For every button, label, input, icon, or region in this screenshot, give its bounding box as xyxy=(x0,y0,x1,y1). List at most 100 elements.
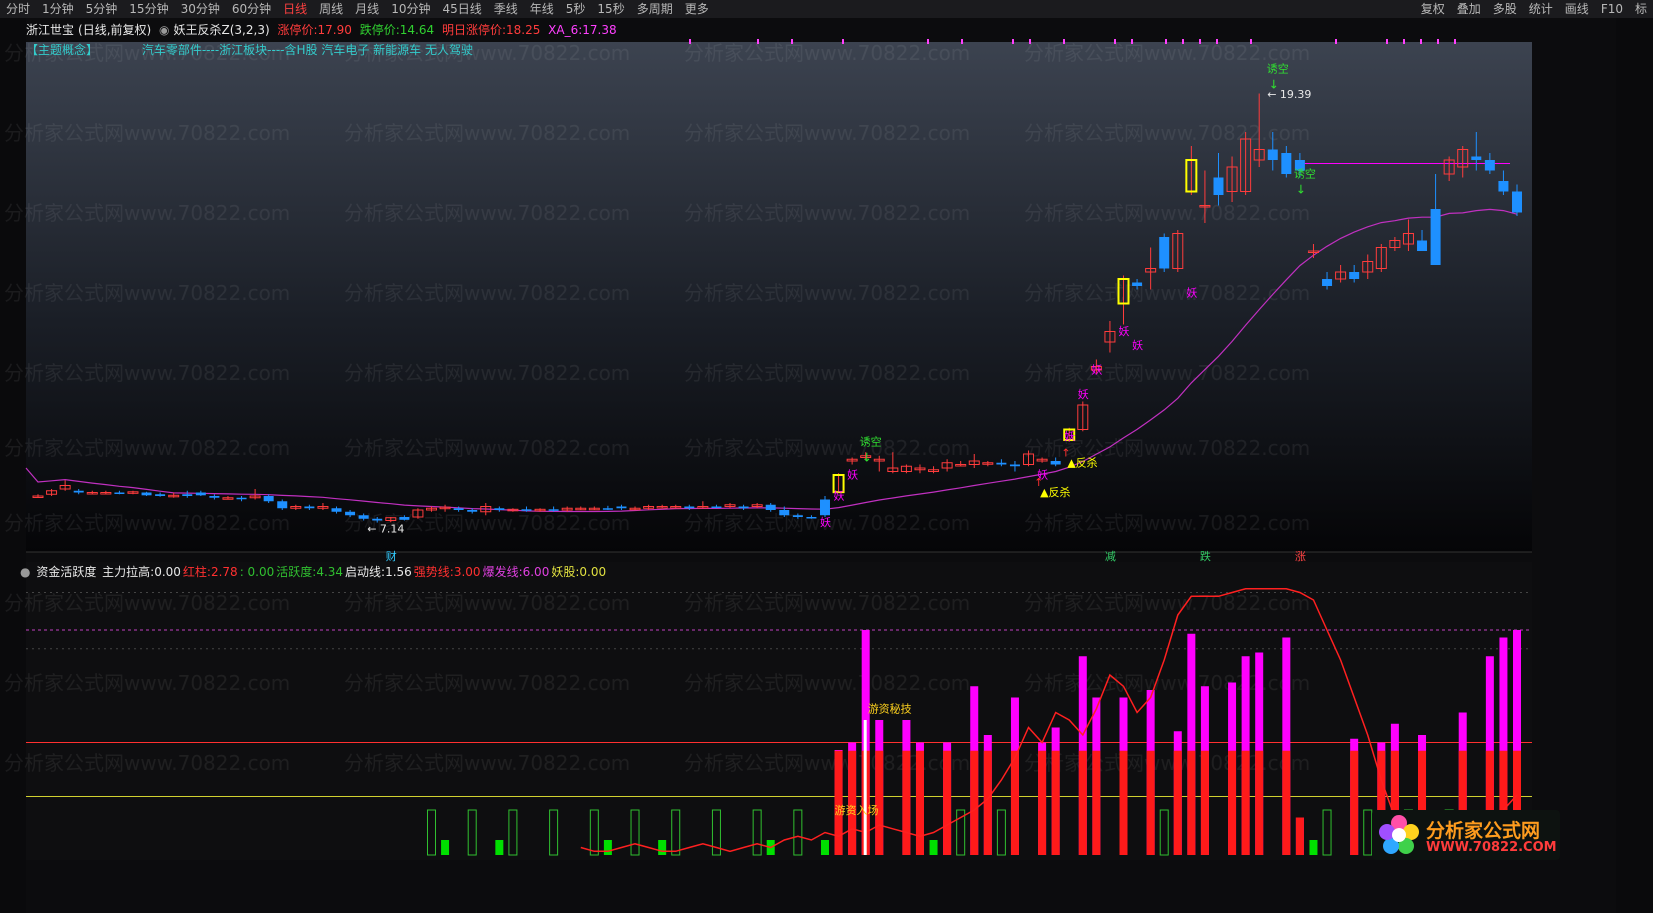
candle-body xyxy=(1132,283,1142,287)
demon-label: 妖 xyxy=(1091,363,1102,377)
watermark-text: 分析家公式网www.70822.com xyxy=(1024,671,1310,695)
candle-body xyxy=(820,500,830,516)
red-bar xyxy=(1296,818,1304,856)
red-bar xyxy=(970,751,978,855)
indicator-name[interactable]: 妖王反杀Z(3,2,3) xyxy=(174,23,270,37)
ind-field-label-4: 启动线: xyxy=(345,565,385,579)
watermark-text: 分析家公式网www.70822.com xyxy=(4,591,290,615)
candle-body xyxy=(304,507,314,509)
candle-body xyxy=(996,463,1006,465)
ind-field-value-6: 6.00 xyxy=(523,565,550,579)
next-up-label: 明日涨停价: xyxy=(442,23,506,37)
red-bar xyxy=(1038,751,1046,855)
demon-label: 妖 xyxy=(847,468,858,482)
logo-title: 分析家公式网 xyxy=(1426,816,1540,843)
candle-body xyxy=(1485,160,1495,171)
low-label: ← 7.14 xyxy=(367,523,404,536)
stock-name[interactable]: 浙江世宝 xyxy=(26,23,74,37)
red-bar xyxy=(1147,751,1155,855)
watermark-text: 分析家公式网www.70822.com xyxy=(1024,41,1310,65)
candle-body xyxy=(603,508,613,510)
candle-body xyxy=(237,498,247,500)
ind-field-label-7: 妖股: xyxy=(551,565,579,579)
watermark-text: 分析家公式网www.70822.com xyxy=(4,361,290,385)
xa-label: XA_6: xyxy=(548,23,582,37)
indicator-dot-icon[interactable]: ● xyxy=(20,565,30,579)
candle-body xyxy=(711,507,721,509)
kline-chart[interactable]: 分析家公式网www.70822.com 分析家公式网www.70822.com 分析… xyxy=(0,0,1653,913)
red-bar xyxy=(1282,751,1290,855)
stock-title-row: 浙江世宝 (日线,前复权) ◉ 妖王反杀Z(3,2,3) 涨停价:17.90 跌停价… xyxy=(26,22,621,38)
candle-body xyxy=(1349,272,1359,279)
demon-label: 妖 xyxy=(820,515,831,529)
red-bar xyxy=(1052,751,1060,855)
lure-short-label: 诱空 xyxy=(1267,62,1289,76)
xa-value: 17.38 xyxy=(582,23,616,37)
demon-label: 妖 xyxy=(1186,286,1197,300)
candle-body xyxy=(345,512,355,516)
candle-body xyxy=(1417,241,1427,252)
lure-short-label: 诱空 xyxy=(1294,167,1316,181)
indicator-panel-name[interactable]: 资金活跃度 xyxy=(36,565,96,579)
limit-down-label: 跌停价: xyxy=(360,23,400,37)
red-bar xyxy=(902,751,910,855)
hot-money-bar xyxy=(864,720,867,855)
indicator-title-row: ● 资金活跃度 主力拉高:0.00 红柱:2.78: 0.00 活跃度:4.34 启动… xyxy=(20,564,608,580)
watermark-text: 分析家公式网www.70822.com xyxy=(684,281,970,305)
ind-field-value-0: 0.00 xyxy=(154,565,181,579)
candle-body xyxy=(264,496,274,501)
watermark-text: 分析家公式网www.70822.com xyxy=(1024,361,1310,385)
red-bar xyxy=(1350,751,1358,855)
red-bar xyxy=(943,751,951,855)
watermark-text: 分析家公式网www.70822.com xyxy=(344,201,630,225)
candle-body xyxy=(521,509,531,511)
red-bar xyxy=(1242,751,1250,855)
concept-row: 【主题概念】 汽车零部件----浙江板块----含H股 汽车电子 新能源车 无人… xyxy=(26,42,473,58)
candle-body xyxy=(1010,465,1020,467)
candle-body xyxy=(467,510,477,512)
watermark-text: 分析家公式网www.70822.com xyxy=(4,511,290,535)
watermark-text: 分析家公式网www.70822.com xyxy=(344,671,630,695)
flower-logo-icon xyxy=(1378,814,1420,856)
red-bar xyxy=(1092,751,1100,855)
ind-field-label-1: 红柱: xyxy=(183,565,211,579)
down-arrow-icon: ↓ xyxy=(1296,183,1306,197)
candle-body xyxy=(766,505,776,510)
red-bar xyxy=(1174,751,1182,855)
candle-body xyxy=(1431,209,1441,265)
candle-body xyxy=(739,507,749,509)
candle-body xyxy=(277,501,287,508)
event-mark: 财 xyxy=(386,549,397,563)
next-up-value: 18.25 xyxy=(506,23,540,37)
candle-body xyxy=(359,515,369,519)
red-bar xyxy=(1187,751,1195,855)
hot-money-enter-label: 游资入场 xyxy=(835,803,879,817)
red-bar xyxy=(1255,751,1263,855)
candle-body xyxy=(196,493,206,496)
watermark-text: 分析家公式网www.70822.com xyxy=(684,121,970,145)
red-bar xyxy=(1011,751,1019,855)
dropdown-icon[interactable]: ◉ xyxy=(159,23,169,37)
red-bar xyxy=(916,751,924,855)
candle-body xyxy=(1213,178,1223,196)
down-arrow-icon: ↓ xyxy=(862,450,872,464)
counter-kill-label: ▲反杀 xyxy=(1040,485,1070,499)
down-arrow-icon: ↓ xyxy=(1269,78,1279,92)
ind-field-value-5: 3.00 xyxy=(454,565,481,579)
candle-body xyxy=(74,491,84,493)
watermark-text: 分析家公式网www.70822.com xyxy=(1024,121,1310,145)
candle-body xyxy=(1471,157,1481,161)
candle-body xyxy=(114,493,124,495)
candle-body xyxy=(454,508,464,510)
candle-body xyxy=(1498,181,1508,192)
demon-label: 妖 xyxy=(1064,429,1075,443)
candle-body xyxy=(155,494,165,496)
red-bar xyxy=(984,751,992,855)
watermark-text: 分析家公式网www.70822.com xyxy=(344,591,630,615)
ind-field-value-2: 0.00 xyxy=(248,565,275,579)
candle-body xyxy=(142,493,152,496)
site-logo: 分析家公式网 WWW.70822.COM xyxy=(1372,810,1560,860)
watermark-text: 分析家公式网www.70822.com xyxy=(344,751,630,775)
ind-field-label-5: 强势线: xyxy=(414,565,454,579)
red-bar xyxy=(1079,751,1087,855)
